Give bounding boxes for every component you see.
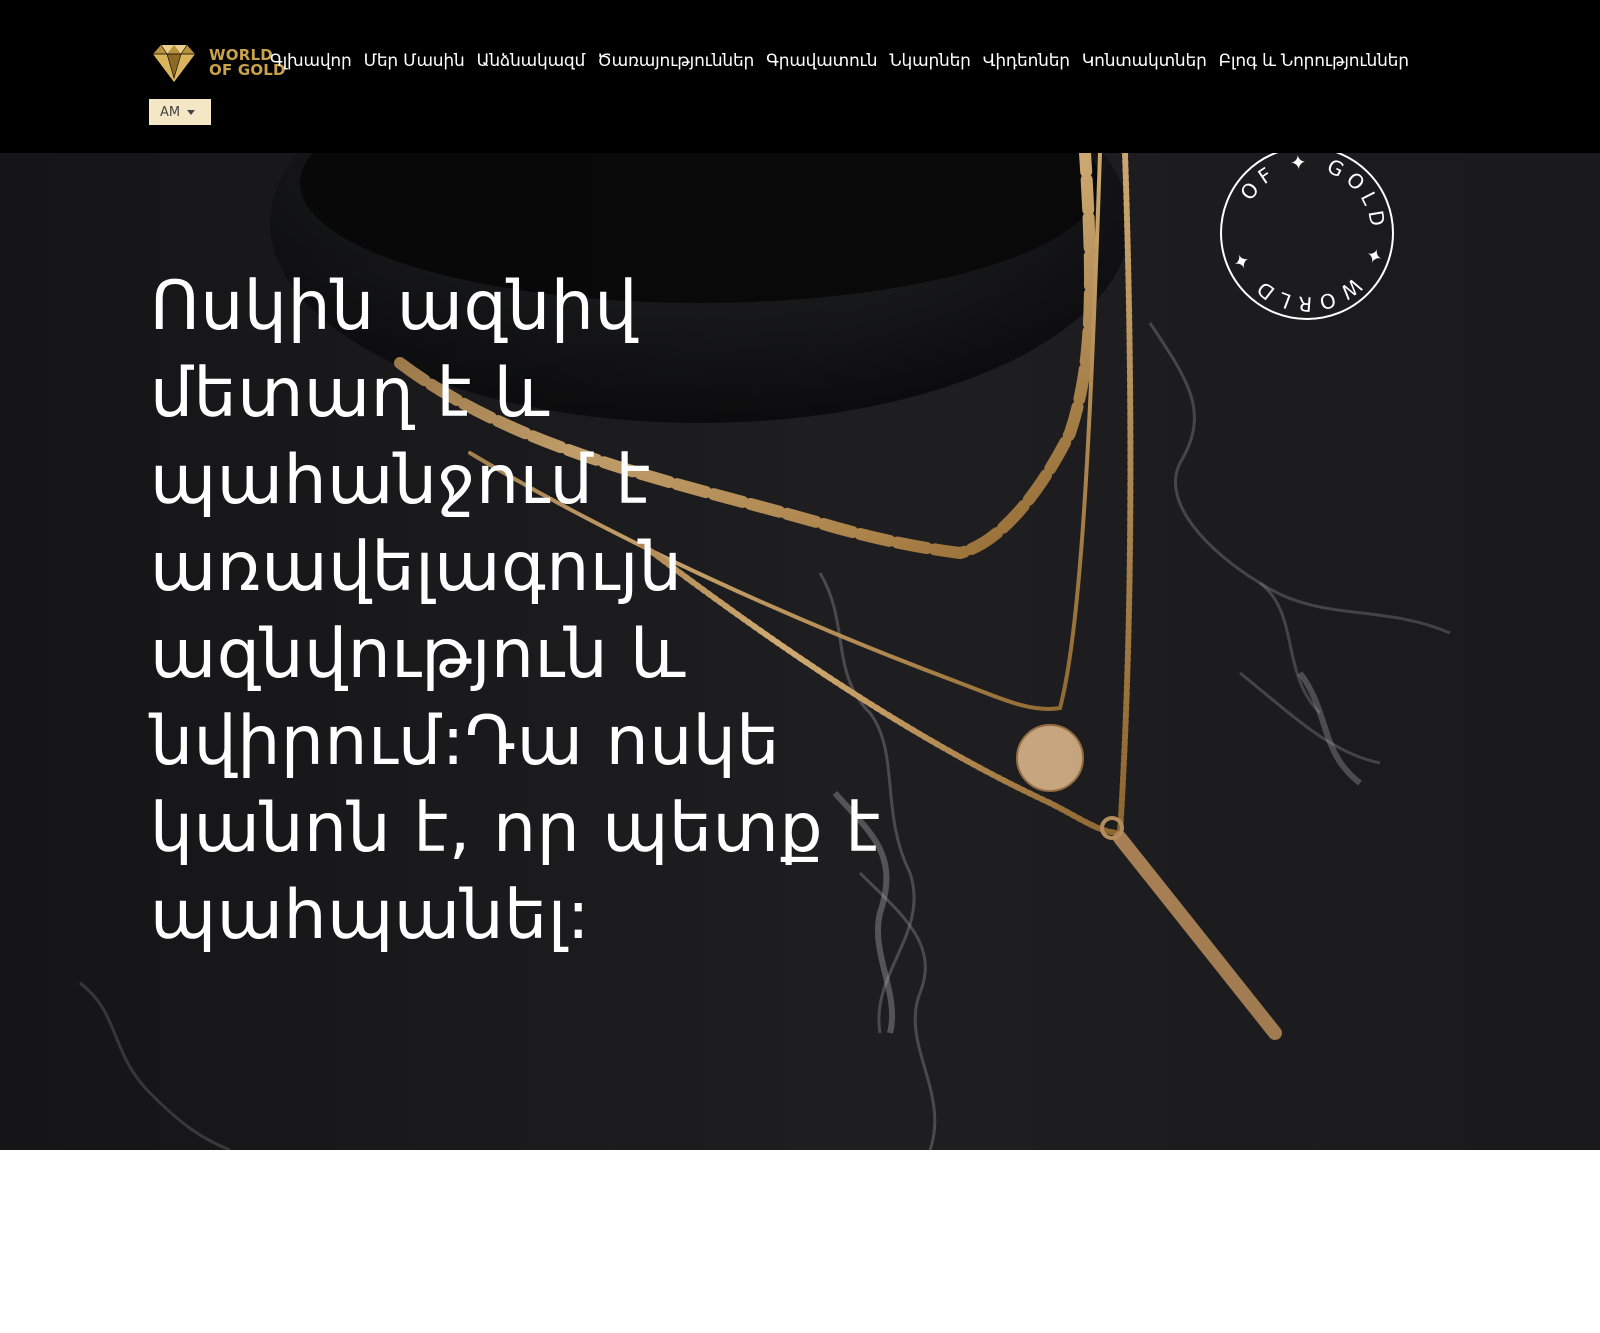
diamond-icon bbox=[153, 44, 195, 82]
brand-logo[interactable]: WORLD OF GOLD bbox=[149, 42, 289, 84]
svg-text:OF ✦ GOLD ✦ WORLD ✦: OF ✦ GOLD ✦ WORLD ✦ bbox=[1225, 153, 1390, 316]
nav-item-pawnshop[interactable]: Գրավատուն bbox=[766, 50, 877, 72]
hero-heading: Ոսկին ազնիվ մետաղ է և պահանջում է առավել… bbox=[150, 267, 881, 955]
hero-section: OF ✦ GOLD ✦ WORLD ✦ Ոսկին ազնիվ մետաղ է … bbox=[0, 153, 1600, 1150]
nav-item-about[interactable]: Մեր Մասին bbox=[364, 50, 465, 72]
nav-item-blog[interactable]: Բլոգ և Նորություններ bbox=[1219, 50, 1409, 72]
nav-item-photos[interactable]: Նկարներ bbox=[889, 50, 971, 72]
world-of-gold-seal: OF ✦ GOLD ✦ WORLD ✦ bbox=[1220, 153, 1394, 320]
language-selected: AM bbox=[160, 104, 181, 120]
nav-item-home[interactable]: Գլխավոր bbox=[270, 50, 352, 72]
nav-item-contacts[interactable]: Կոնտակտներ bbox=[1082, 50, 1207, 72]
nav-item-videos[interactable]: Վիդեոներ bbox=[983, 50, 1070, 72]
main-nav: Գլխավոր Մեր Մասին Անձնակազմ Ծառայություն… bbox=[270, 50, 1409, 72]
language-dropdown[interactable]: AM bbox=[149, 99, 211, 125]
site-header: WORLD OF GOLD Գլխավոր Մեր Մասին Անձնակազ… bbox=[0, 0, 1600, 153]
caret-down-icon bbox=[187, 109, 196, 115]
nav-item-staff[interactable]: Անձնակազմ bbox=[477, 50, 586, 72]
seal-text: OF ✦ GOLD ✦ WORLD ✦ bbox=[1225, 153, 1384, 316]
nav-item-services[interactable]: Ծառայություններ bbox=[597, 50, 754, 72]
